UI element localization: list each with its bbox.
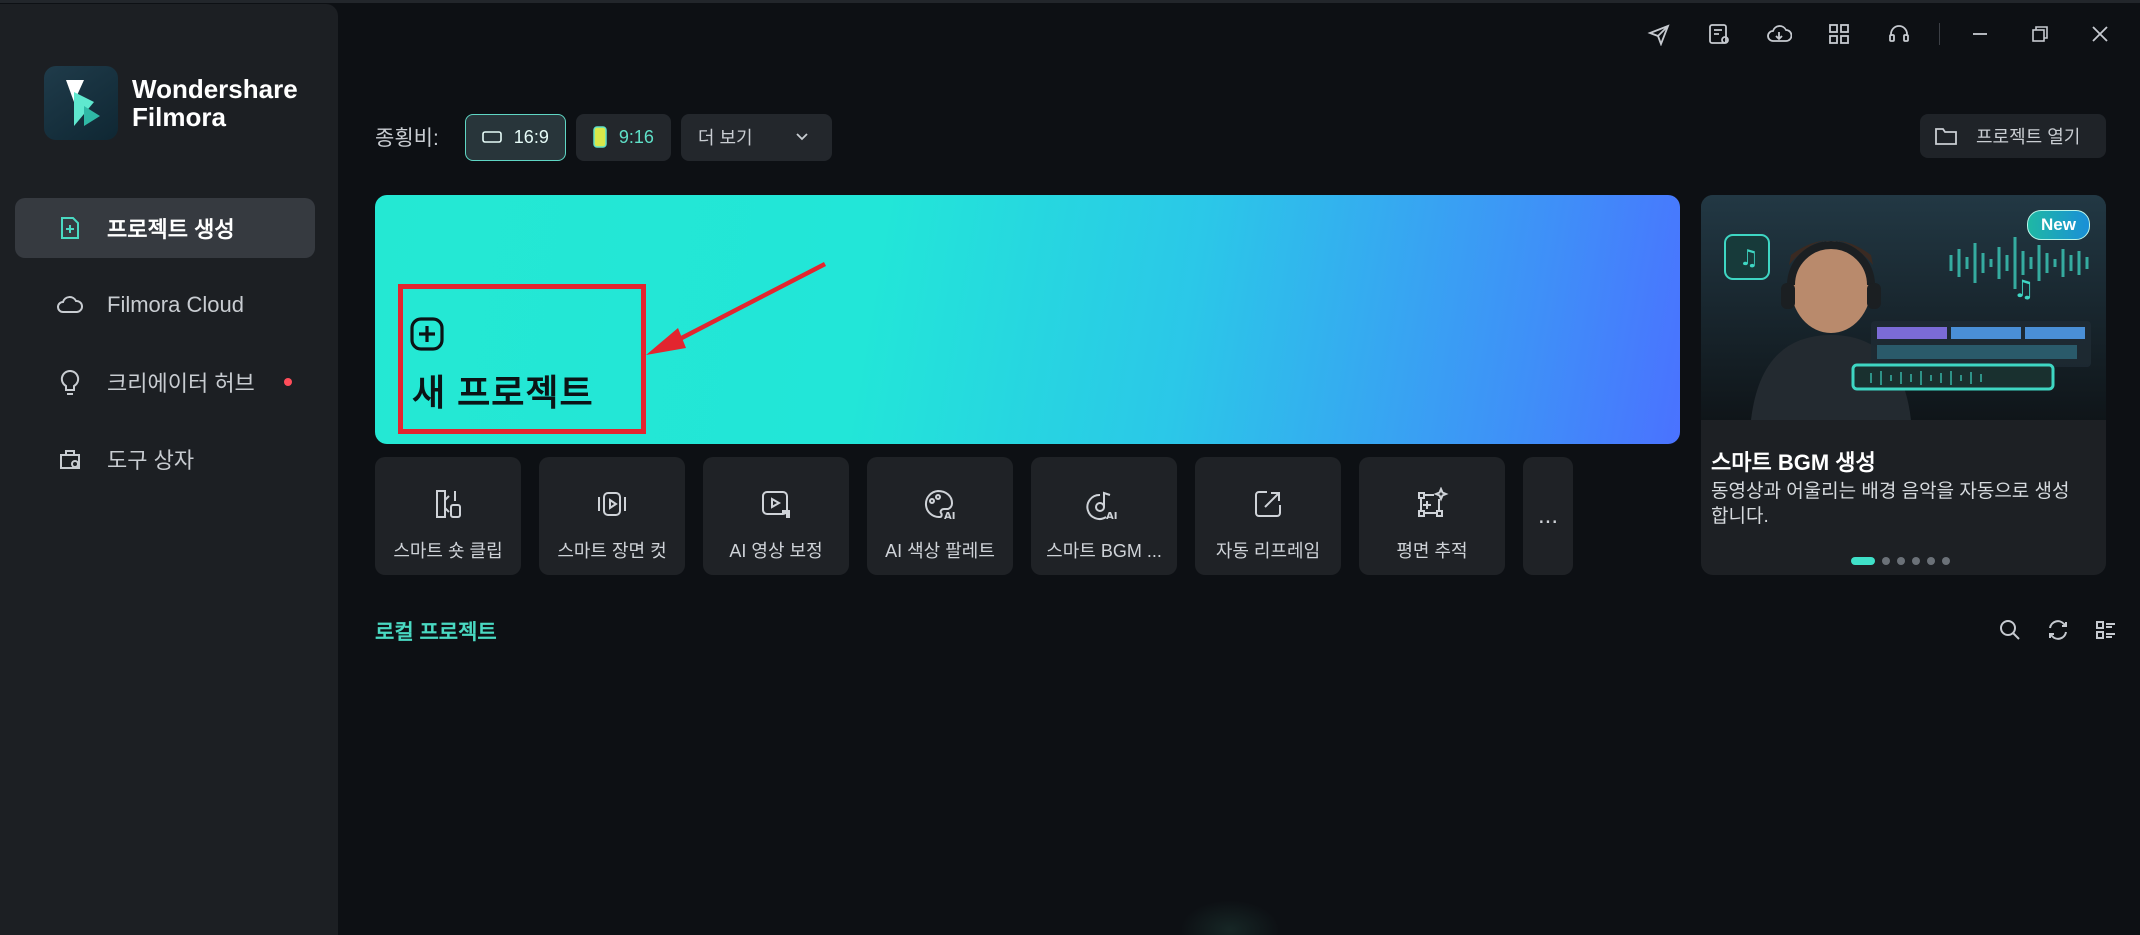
new-project-banner[interactable]: 새 프로젝트 [375, 195, 1680, 444]
app-name-line1: Wondershare [132, 74, 298, 104]
aspect-ratio-row: 종횡비: 16:9 9:16 더 보기 [375, 113, 842, 161]
tool-ai-color-palette[interactable]: AI AI 색상 팔레트 [867, 457, 1013, 575]
annotation-arrow [646, 262, 827, 355]
sidebar-item-label: 프로젝트 생성 [107, 217, 235, 242]
promo-image: ♫ ♫ New [1701, 195, 2106, 420]
svg-text:AI: AI [944, 511, 955, 521]
sidebar-item-label: Filmora Cloud [107, 292, 244, 317]
sidebar-item-create-project[interactable]: 프로젝트 생성 [15, 198, 315, 258]
open-project-label: 프로젝트 열기 [1976, 127, 2081, 147]
app-logo: Wondershare Filmora [44, 66, 298, 140]
carousel-dot[interactable] [1927, 557, 1935, 565]
tool-tiles: 스마트 숏 클립 스마트 장면 컷 AI 영상 보정 AI AI 색상 팔레트 … [375, 457, 1573, 575]
svg-text:AI: AI [1106, 511, 1117, 521]
svg-text:♫: ♫ [1739, 246, 1759, 271]
bulb-icon [55, 367, 85, 397]
new-badge: New [2027, 210, 2090, 240]
sidebar: Wondershare Filmora 프로젝트 생성 Filmora Clou… [0, 4, 338, 935]
tool-auto-reframe[interactable]: 자동 리프레임 [1195, 457, 1341, 575]
carousel-dot[interactable] [1897, 557, 1905, 565]
auto-reframe-icon [1251, 487, 1285, 521]
app-name-line2: Filmora [132, 102, 226, 132]
carousel-dot[interactable] [1942, 557, 1950, 565]
more-tools-button[interactable]: ... [1523, 457, 1573, 575]
headset-icon[interactable] [1869, 4, 1929, 64]
title-bar-separator [1939, 23, 1940, 45]
smart-scene-cut-icon [595, 487, 629, 521]
sidebar-nav: 프로젝트 생성 Filmora Cloud 크리에이터 허브 도구 상자 [15, 198, 315, 506]
plus-square-icon [409, 316, 445, 357]
apps-grid-icon[interactable] [1809, 4, 1869, 64]
tool-label: 스마트 BGM ... [1046, 541, 1162, 561]
filmora-logo-icon [44, 66, 118, 140]
open-project-button[interactable]: 프로젝트 열기 [1920, 114, 2106, 158]
title-bar [1629, 0, 2140, 68]
promo-description: 동영상과 어울리는 배경 음악을 자동으로 생성합니다. [1711, 481, 2070, 527]
aspect-16-9-label: 16:9 [513, 126, 549, 147]
tool-planar-tracking[interactable]: 평면 추적 [1359, 457, 1505, 575]
sidebar-item-creator-hub[interactable]: 크리에이터 허브 [15, 352, 315, 412]
notification-dot [284, 378, 292, 386]
toolbox-icon [55, 444, 85, 474]
local-projects-title: 로컬 프로젝트 [375, 621, 497, 644]
carousel-dot[interactable] [1912, 557, 1920, 565]
sidebar-item-filmora-cloud[interactable]: Filmora Cloud [15, 275, 315, 335]
smart-short-clip-icon [431, 487, 465, 521]
restore-icon[interactable] [2010, 4, 2070, 64]
tool-label: 스마트 숏 클립 [393, 541, 503, 561]
aspect-9-16-button[interactable]: 9:16 [575, 113, 671, 161]
aspect-more-label: 더 보기 [697, 128, 753, 148]
aspect-more-dropdown[interactable]: 더 보기 [680, 113, 832, 161]
smart-bgm-icon: AI [1086, 487, 1122, 521]
tool-label: AI 영상 보정 [729, 541, 823, 561]
planar-tracking-icon [1415, 487, 1449, 521]
ai-video-enhance-icon [759, 487, 793, 521]
tool-label: 평면 추적 [1396, 541, 1468, 561]
portrait-icon [593, 126, 607, 148]
cloud-icon [55, 290, 85, 320]
tool-ai-video-enhance[interactable]: AI 영상 보정 [703, 457, 849, 575]
tool-label: 스마트 장면 컷 [557, 541, 667, 561]
sidebar-item-label: 크리에이터 허브 [107, 371, 255, 396]
new-project-title: 새 프로젝트 [412, 372, 594, 413]
carousel-dots[interactable] [1851, 557, 1957, 565]
tool-smart-short-clip[interactable]: 스마트 숏 클립 [375, 457, 521, 575]
task-icon[interactable] [1689, 4, 1749, 64]
app-name: Wondershare Filmora [132, 75, 298, 131]
tool-label: 자동 리프레임 [1215, 541, 1321, 561]
search-icon[interactable] [1986, 610, 2034, 650]
tool-label: AI 색상 팔레트 [885, 541, 995, 561]
carousel-dot-active[interactable] [1851, 557, 1875, 565]
list-view-icon[interactable] [2082, 610, 2130, 650]
ai-color-palette-icon: AI [922, 487, 958, 521]
send-icon[interactable] [1629, 4, 1689, 64]
cloud-download-icon[interactable] [1749, 4, 1809, 64]
decorative-glow [1180, 900, 1280, 935]
more-icon: ... [1537, 502, 1558, 529]
new-project-icon [55, 213, 85, 243]
carousel-dot[interactable] [1882, 557, 1890, 565]
tool-smart-scene-cut[interactable]: 스마트 장면 컷 [539, 457, 685, 575]
landscape-icon [481, 130, 502, 144]
aspect-16-9-button[interactable]: 16:9 [464, 113, 566, 161]
minimize-icon[interactable] [1950, 4, 2010, 64]
folder-icon [1934, 126, 1958, 146]
aspect-9-16-label: 9:16 [618, 126, 654, 147]
chevron-down-icon [795, 132, 809, 142]
local-projects-toolbar [1986, 610, 2130, 650]
sidebar-item-label: 도구 상자 [107, 448, 195, 473]
tool-smart-bgm[interactable]: AI 스마트 BGM ... [1031, 457, 1177, 575]
refresh-icon[interactable] [2034, 610, 2082, 650]
promo-title: 스마트 BGM 생성 [1711, 450, 1876, 475]
svg-text:♫: ♫ [2013, 275, 2035, 303]
promo-card[interactable]: ♫ ♫ New 스마트 BGM 생성 동영상과 어울리는 배경 음악을 자동으로… [1701, 195, 2106, 575]
close-icon[interactable] [2070, 4, 2130, 64]
aspect-ratio-label: 종횡비: [375, 127, 439, 150]
sidebar-item-toolbox[interactable]: 도구 상자 [15, 429, 315, 489]
